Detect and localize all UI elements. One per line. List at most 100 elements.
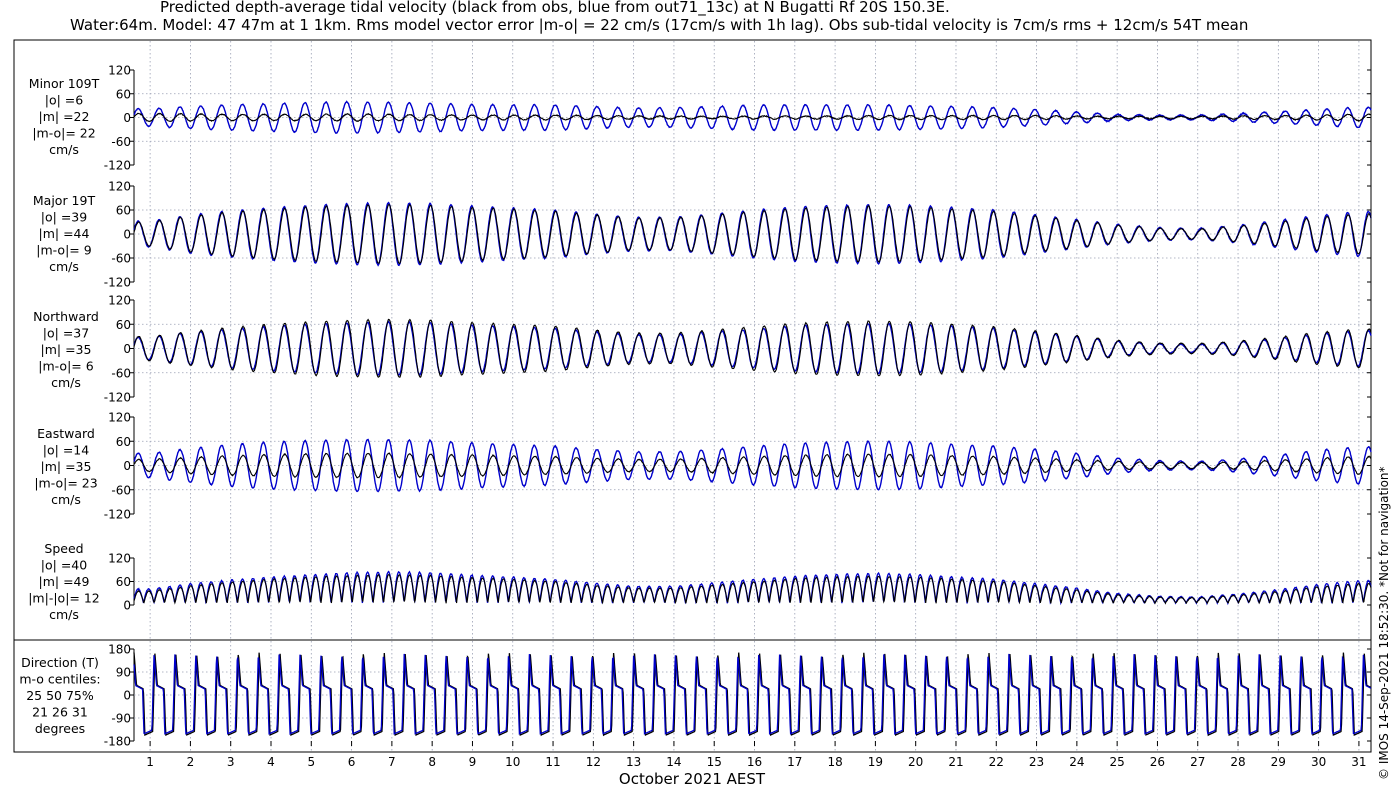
panel-label-line: |m| =49: [39, 574, 90, 589]
panel-label-line: Speed: [44, 541, 83, 556]
model-speed-line: [133, 570, 1372, 606]
panel-label-line: |o| =40: [41, 558, 87, 573]
y-tick-label: 60: [116, 435, 131, 449]
x-tick-label: 26: [1150, 755, 1165, 769]
y-tick-label: 60: [116, 87, 131, 101]
watermark-text: © IMOS 14-Sep-2021 18:52:30. *Not for na…: [1377, 466, 1391, 780]
y-tick-label: 90: [116, 666, 131, 680]
panel-label-line: |o| =14: [43, 443, 89, 458]
x-tick-label: 8: [428, 755, 436, 769]
y-tick-label: -60: [111, 483, 131, 497]
panel-label-line: |m| =35: [41, 342, 92, 357]
x-tick-label: 9: [469, 755, 477, 769]
panel-label-line: Northward: [33, 309, 99, 324]
y-tick-label: -120: [104, 391, 131, 405]
panel-label-line: |o| =39: [41, 210, 87, 225]
x-tick-label: 6: [348, 755, 356, 769]
x-tick-label: 31: [1351, 755, 1366, 769]
panel-label-line: cm/s: [49, 607, 79, 622]
panel-label-line: |m|-|o|= 12: [28, 591, 100, 606]
x-axis-label: October 2021 AEST: [619, 770, 766, 788]
x-tick-label: 22: [989, 755, 1004, 769]
panel-speed: 120 60 0 Speed |o| =40|m| =49 |m|-|o|= 12cm/s: [28, 541, 1372, 622]
x-tick-label: 23: [1029, 755, 1044, 769]
y-tick-label: 120: [108, 552, 131, 566]
y-tick-label: -120: [104, 508, 131, 522]
x-tick-label: 28: [1230, 755, 1245, 769]
y-tick-label: 120: [108, 294, 131, 308]
y-tick-label: 120: [108, 64, 131, 78]
x-tick-label: 4: [267, 755, 275, 769]
panel-label-line: |m| =35: [41, 459, 92, 474]
x-tick-label: 20: [908, 755, 923, 769]
panel-label-line: |m-o|= 6: [38, 359, 93, 374]
panel-direction: 180900-90-180Direction (T)m-o centiles:2…: [19, 643, 1372, 749]
y-tick-label: 120: [108, 180, 131, 194]
x-tick-label: 1: [146, 755, 154, 769]
panels-layer: 1 2 3 4 5 6 7 8 9 10 11 12 13 14 15 16 17 18 19 20 21 22 23 24 2…: [13, 39, 1372, 769]
panel-northward: 120 60 0 -60 -120 Northward |o| =37|m| =35 |m-o…: [33, 294, 1372, 405]
x-tick-label: 17: [787, 755, 802, 769]
y-tick-label: -60: [111, 252, 131, 266]
panel-label-line: |m-o|= 23: [34, 476, 97, 491]
panel-label-line: |o| =37: [43, 326, 89, 341]
x-tick-label: 5: [307, 755, 315, 769]
y-tick-label: -90: [111, 712, 131, 726]
x-tick-label: 30: [1311, 755, 1326, 769]
y-tick-label: 0: [123, 599, 131, 613]
panel-label-line: 21 26 31: [32, 705, 88, 720]
y-tick-label: 0: [123, 689, 131, 703]
panel-label-line: |m-o|= 22: [32, 126, 95, 141]
x-tick-label: 11: [545, 755, 560, 769]
x-tick-label: 15: [707, 755, 722, 769]
x-tick-label: 16: [747, 755, 762, 769]
x-tick-label: 7: [388, 755, 396, 769]
y-tick-label: 120: [108, 411, 131, 425]
y-tick-label: -120: [104, 159, 131, 173]
model-direction-line: [133, 653, 1372, 736]
x-tick-label: 27: [1190, 755, 1205, 769]
panel-label-line: Major 19T: [33, 193, 96, 208]
y-tick-label: 0: [123, 342, 131, 356]
y-tick-label: 0: [123, 111, 131, 125]
y-tick-label: -120: [104, 276, 131, 290]
panel-label-line: |o| =6: [45, 93, 84, 108]
x-tick-label: 2: [187, 755, 195, 769]
panel-minor: 120 60 0 -60 -120 Minor 109T |o| =6|m| =22 |m-o…: [29, 64, 1372, 173]
y-tick-label: 60: [116, 204, 131, 218]
panel-label-line: 25 50 75%: [26, 688, 94, 703]
x-tick-label: 14: [666, 755, 681, 769]
panel-label-line: |m| =44: [39, 226, 90, 241]
panel-label-line: m-o centiles:: [19, 672, 100, 687]
x-tick-label: 12: [586, 755, 601, 769]
x-tick-label: 25: [1110, 755, 1125, 769]
y-tick-label: -60: [111, 366, 131, 380]
x-tick-label: 24: [1069, 755, 1084, 769]
x-tick-label: 18: [827, 755, 842, 769]
panel-label-line: cm/s: [49, 259, 79, 274]
x-tick-label: 21: [948, 755, 963, 769]
x-tick-label: 10: [505, 755, 520, 769]
model-eastward-line: [133, 438, 1372, 493]
y-tick-label: -180: [104, 735, 131, 749]
panel-label-line: degrees: [35, 721, 85, 736]
x-tick-label: 29: [1271, 755, 1286, 769]
panel-eastward: 120 60 0 -60 -120 Eastward |o| =14|m| =35 |m-o|…: [34, 411, 1372, 522]
panel-label-line: cm/s: [49, 142, 79, 157]
panel-label-line: Minor 109T: [29, 76, 100, 91]
y-tick-label: 0: [123, 459, 131, 473]
panel-label-line: |m-o|= 9: [36, 243, 91, 258]
x-tick-label: 13: [626, 755, 641, 769]
y-tick-label: 60: [116, 575, 131, 589]
y-tick-label: -60: [111, 135, 131, 149]
x-tick-label: 19: [868, 755, 883, 769]
panel-label-line: Direction (T): [21, 655, 99, 670]
y-tick-label: 0: [123, 228, 131, 242]
tidal-velocity-chart: 1 2 3 4 5 6 7 8 9 10 11 12 13 14 15 16 17 18 19 20 21 22 23 24 2…: [13, 39, 1391, 788]
y-tick-label: 180: [108, 643, 131, 657]
y-tick-label: 60: [116, 318, 131, 332]
panel-label-line: cm/s: [51, 375, 81, 390]
panel-label-line: |m| =22: [39, 109, 90, 124]
panel-major: 120 60 0 -60 -120 Major 19T |o| =39|m| =44 |m-o…: [33, 180, 1372, 290]
panel-label-line: cm/s: [51, 492, 81, 507]
